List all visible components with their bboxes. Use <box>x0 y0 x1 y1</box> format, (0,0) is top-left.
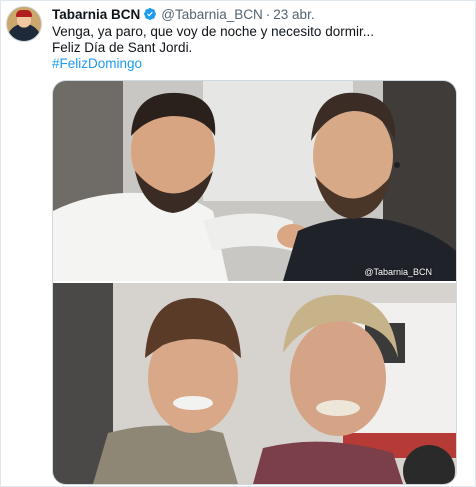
header-separator: · <box>265 6 271 22</box>
photo-top-illustration <box>53 81 456 281</box>
author-handle[interactable]: @Tabarnia_BCN <box>161 7 263 22</box>
media-photo-top[interactable]: @Tabarnia_BCN <box>53 81 456 281</box>
photo-bottom-illustration <box>53 283 456 484</box>
media-photo-bottom[interactable] <box>53 283 456 484</box>
tweet-text: Venga, ya paro, que voy de noche y neces… <box>52 24 374 72</box>
avatar-hat-graphic <box>16 10 32 17</box>
tweet-media[interactable]: @Tabarnia_BCN <box>52 80 457 485</box>
author-name[interactable]: Tabarnia BCN <box>52 7 140 22</box>
hashtag-link[interactable]: #FelizDomingo <box>52 56 374 72</box>
tweet-card[interactable]: Tabarnia BCN @Tabarnia_BCN · 23 abr. Ven… <box>0 0 476 487</box>
verified-badge-icon <box>144 8 157 20</box>
tweet-text-line-1: Venga, ya paro, que voy de noche y neces… <box>52 24 374 39</box>
tweet-text-line-2: Feliz Día de Sant Jordi. <box>52 40 193 55</box>
tweet-header: Tabarnia BCN @Tabarnia_BCN · 23 abr. <box>52 5 315 23</box>
author-avatar[interactable] <box>6 6 42 42</box>
tweet-timestamp[interactable]: 23 abr. <box>273 7 314 22</box>
image-watermark: @Tabarnia_BCN <box>364 267 432 277</box>
